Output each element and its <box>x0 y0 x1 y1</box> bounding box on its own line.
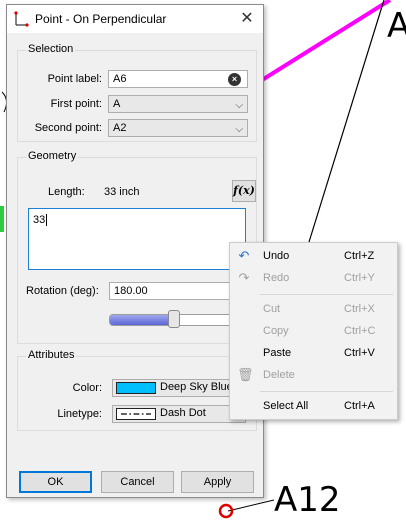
second-point-value: A2 <box>113 122 127 134</box>
color-label: Color: <box>72 382 102 394</box>
clear-icon[interactable]: × <box>228 73 241 86</box>
menu-item-shortcut: Ctrl+X <box>344 303 375 315</box>
point-label-value: A6 <box>113 73 127 85</box>
menu-item-shortcut: Ctrl+A <box>344 400 375 412</box>
menu-item-label: Select All <box>263 400 309 412</box>
menu-item-redo[interactable]: ↷ Redo Ctrl+Y <box>230 268 397 290</box>
point-label-label: Point label: <box>47 73 102 85</box>
menu-item-label: Redo <box>263 272 290 284</box>
linetype-label: Linetype: <box>57 408 102 420</box>
point-label-input[interactable]: A6 × <box>108 70 248 88</box>
menu-separator <box>260 391 393 392</box>
dash-dot-line-icon <box>116 408 156 420</box>
selection-group: Selection Point label: A6 × First point:… <box>17 43 257 142</box>
attributes-group: Attributes Color: Deep Sky Blue Linetype… <box>17 349 257 431</box>
menu-item-label: Cut <box>263 303 281 315</box>
perpendicular-tool-icon <box>14 11 29 27</box>
menu-item-cut[interactable]: Cut Ctrl+X <box>230 299 397 321</box>
menu-item-label: Delete <box>263 369 295 381</box>
color-value: Deep Sky Blue <box>160 381 233 393</box>
rotation-input[interactable]: 180.00 <box>109 282 239 300</box>
redo-icon: ↷ <box>238 270 250 285</box>
geometry-group: Geometry Length: 33 inch f(x) 33 Rotatio… <box>17 150 257 344</box>
menu-item-select-all[interactable]: Select All Ctrl+A <box>230 396 397 418</box>
dialog-title: Point - On Perpendicular <box>35 12 167 26</box>
second-point-select[interactable]: A2 ⌵ <box>108 119 248 137</box>
menu-item-shortcut: Ctrl+Z <box>344 250 375 262</box>
green-marker <box>0 206 4 232</box>
menu-item-shortcut: Ctrl+Y <box>344 272 375 284</box>
color-swatch <box>116 382 156 394</box>
edit-context-menu: ↶ Undo Ctrl+Z ↷ Redo Ctrl+Y Cut Ctrl+X C… <box>229 242 398 420</box>
cancel-button[interactable]: Cancel <box>101 471 174 493</box>
menu-item-label: Copy <box>263 325 289 337</box>
trash-icon: 🗑 <box>237 367 254 382</box>
rotation-slider-thumb[interactable] <box>168 310 180 328</box>
a12-leader-line <box>227 499 275 512</box>
geometry-group-title: Geometry <box>26 150 79 162</box>
expression-value: 33 <box>33 214 46 226</box>
rotation-value: 180.00 <box>114 285 148 297</box>
chevron-down-icon: ⌵ <box>235 124 243 135</box>
menu-item-label: Undo <box>263 250 290 262</box>
magenta-line <box>260 0 392 82</box>
length-value: 33 inch <box>104 186 140 198</box>
ok-button[interactable]: OK <box>19 471 92 493</box>
second-point-label: Second point: <box>34 122 102 134</box>
length-expression-input[interactable]: 33 <box>28 208 246 270</box>
menu-separator <box>260 294 393 295</box>
canvas-point-label-a12: A12 <box>274 480 341 520</box>
undo-icon: ↶ <box>238 248 250 263</box>
menu-item-label: Paste <box>263 347 292 359</box>
apply-button[interactable]: Apply <box>181 471 254 493</box>
menu-item-undo[interactable]: ↶ Undo Ctrl+Z <box>230 246 397 268</box>
close-icon: ✕ <box>240 10 254 27</box>
menu-item-shortcut: Ctrl+V <box>344 347 375 359</box>
linetype-select[interactable]: Dash Dot <box>112 405 246 423</box>
rotation-label: Rotation (deg): <box>26 285 99 297</box>
menu-item-shortcut: Ctrl+C <box>344 325 376 337</box>
menu-item-delete[interactable]: 🗑 Delete <box>230 365 397 387</box>
a12-point-marker[interactable] <box>218 503 234 519</box>
dialog-titlebar[interactable]: Point - On Perpendicular ✕ <box>7 5 263 33</box>
attributes-group-title: Attributes <box>26 349 77 361</box>
first-point-select[interactable]: A ⌵ <box>108 95 248 113</box>
formula-button[interactable]: f(x) <box>232 180 256 202</box>
chevron-down-icon: ⌵ <box>235 100 243 111</box>
point-on-perpendicular-dialog: Point - On Perpendicular ✕ Selection Poi… <box>6 4 264 498</box>
color-select[interactable]: Deep Sky Blue <box>112 379 246 397</box>
canvas-point-label-a: A <box>387 6 406 46</box>
length-label: Length: <box>48 186 85 198</box>
menu-item-copy[interactable]: Copy Ctrl+C <box>230 321 397 343</box>
linetype-value: Dash Dot <box>160 407 206 419</box>
first-point-value: A <box>113 98 121 110</box>
first-point-label: First point: <box>50 98 102 110</box>
selection-group-title: Selection <box>26 43 76 55</box>
black-line <box>308 0 385 243</box>
rotation-slider-fill <box>110 315 174 325</box>
close-button[interactable]: ✕ <box>235 7 259 31</box>
menu-item-paste[interactable]: Paste Ctrl+V <box>230 343 397 365</box>
function-icon: f(x) <box>233 184 255 197</box>
